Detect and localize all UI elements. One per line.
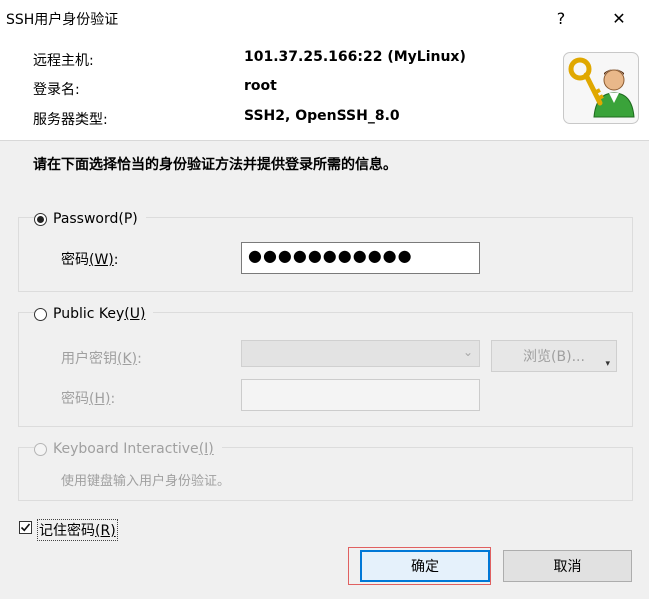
- passphrase-input[interactable]: [241, 379, 480, 411]
- password-radio-button[interactable]: [34, 212, 47, 226]
- title-bar: SSH用户身份验证 ? ✕: [0, 0, 649, 36]
- checkmark-icon: [20, 523, 31, 532]
- keyboard-interactive-radio-label: Keyboard Interactive(I): [53, 441, 214, 457]
- public-key-radio[interactable]: Public Key(U): [34, 305, 154, 323]
- server-type-value: SSH2, OpenSSH_8.0: [244, 108, 400, 124]
- public-key-radio-label: Public Key(U): [53, 306, 146, 322]
- window-title: SSH用户身份验证: [6, 12, 119, 28]
- passphrase-label: 密码(H):: [61, 391, 116, 407]
- server-type-label: 服务器类型:: [33, 112, 108, 128]
- password-radio[interactable]: Password(P): [34, 210, 146, 228]
- keyboard-interactive-radio[interactable]: Keyboard Interactive(I): [34, 440, 222, 458]
- cancel-button-label: 取消: [553, 559, 582, 575]
- user-key-label: 用户密钥(K):: [61, 351, 142, 367]
- password-masked-value: ●●●●●●●●●●●: [248, 246, 413, 265]
- remote-host-label: 远程主机:: [33, 53, 94, 69]
- keyboard-interactive-radio-button[interactable]: [34, 442, 47, 456]
- dropdown-arrow-icon: ▾: [605, 359, 610, 369]
- close-button[interactable]: ✕: [596, 0, 642, 36]
- remember-password-checkbox[interactable]: [19, 521, 32, 534]
- keyboard-interactive-description: 使用键盘输入用户身份验证。: [61, 474, 231, 489]
- chevron-down-icon: ⌄: [462, 345, 473, 359]
- cancel-button[interactable]: 取消: [503, 550, 632, 582]
- key-user-icon: [563, 52, 639, 124]
- login-name-value: root: [244, 78, 277, 94]
- password-radio-label: Password(P): [53, 211, 138, 227]
- remote-host-value: 101.37.25.166:22 (MyLinux): [244, 49, 466, 65]
- ok-button[interactable]: 确定: [360, 550, 490, 582]
- help-button[interactable]: ?: [538, 0, 584, 36]
- instruction-text: 请在下面选择恰当的身份验证方法并提供登录所需的信息。: [33, 157, 397, 173]
- connection-info-panel: 远程主机: 101.37.25.166:22 (MyLinux) 登录名: ro…: [0, 36, 649, 141]
- login-name-label: 登录名:: [33, 82, 80, 98]
- public-key-radio-button[interactable]: [34, 307, 47, 321]
- user-key-select[interactable]: ⌄: [241, 340, 480, 367]
- ok-button-label: 确定: [411, 559, 439, 575]
- browse-button-label: 浏览(B)...: [523, 349, 585, 365]
- browse-button[interactable]: 浏览(B)... ▾: [491, 340, 617, 372]
- password-field-label: 密码(W):: [61, 252, 119, 268]
- password-input[interactable]: ●●●●●●●●●●●: [241, 242, 480, 274]
- remember-password-label[interactable]: 记住密码(R): [37, 519, 118, 541]
